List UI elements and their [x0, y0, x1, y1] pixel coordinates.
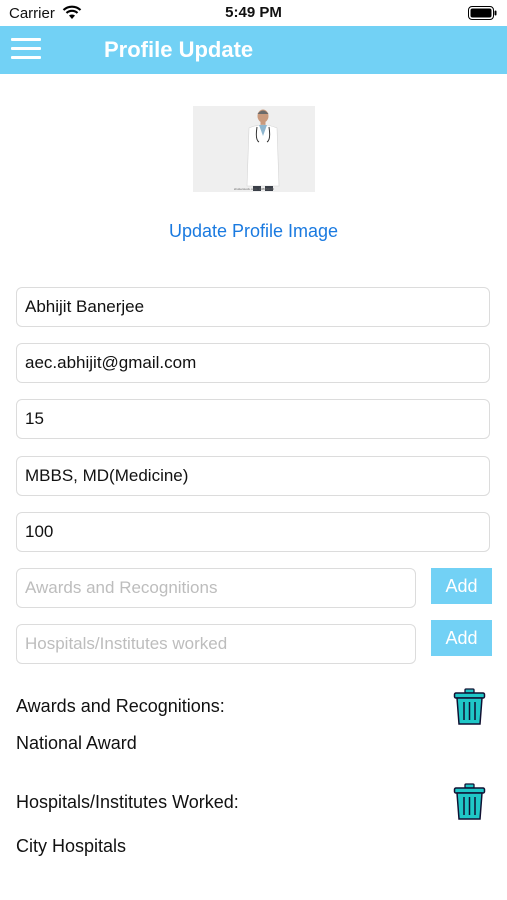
qualification-field[interactable]: MBBS, MD(Medicine): [16, 456, 490, 496]
delete-hospitals-trash-icon[interactable]: [453, 783, 486, 821]
battery-icon: [468, 6, 497, 25]
name-field[interactable]: Abhijit Banerjee: [16, 287, 490, 327]
image-caption: shutterstock.com · 138052070: [233, 187, 275, 191]
fee-field[interactable]: 100: [16, 512, 490, 552]
update-profile-image-link[interactable]: Update Profile Image: [0, 221, 507, 242]
awards-section-label: Awards and Recognitions:: [16, 696, 225, 716]
awards-value: National Award: [16, 733, 137, 753]
page-title: Profile Update: [104, 37, 254, 62]
clock: 5:49 PM: [225, 4, 282, 21]
status-bar: Carrier 5:49 PM: [0, 0, 507, 26]
add-awards-button[interactable]: Add: [431, 568, 492, 604]
navigation-bar: Profile Update: [0, 26, 507, 74]
profile-image: shutterstock.com · 138052070: [193, 106, 315, 192]
doctor-photo-icon: [193, 106, 315, 192]
awards-input[interactable]: Awards and Recognitions: [16, 568, 416, 608]
add-hospitals-button[interactable]: Add: [431, 620, 492, 656]
delete-awards-trash-icon[interactable]: [453, 688, 486, 726]
hamburger-menu-icon[interactable]: [11, 38, 41, 62]
hospitals-section-label: Hospitals/Institutes Worked:: [16, 792, 239, 812]
hospitals-input[interactable]: Hospitals/Institutes worked: [16, 624, 416, 664]
hospitals-value: City Hospitals: [16, 836, 127, 856]
experience-field[interactable]: 15: [16, 399, 490, 439]
email-field[interactable]: aec.abhijit@gmail.com: [16, 343, 490, 383]
